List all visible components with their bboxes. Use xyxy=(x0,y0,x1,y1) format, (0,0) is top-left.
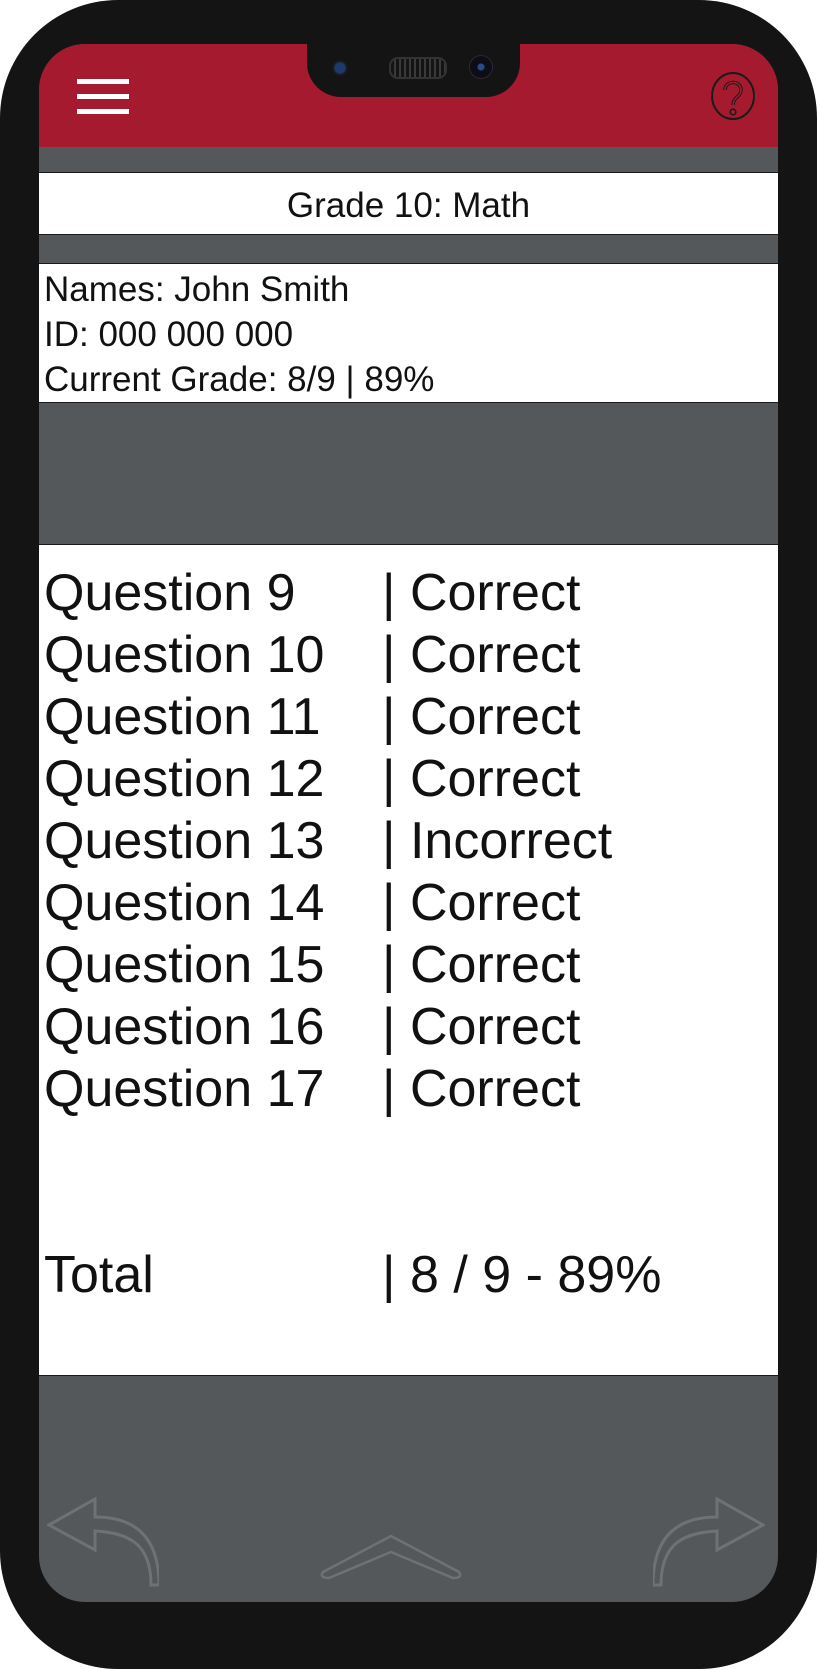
question-label: Question 17 xyxy=(44,1060,325,1118)
question-label: Question 16 xyxy=(44,998,325,1056)
result-row: Question 12 | Correct xyxy=(44,749,764,809)
result-row: Question 16 | Correct xyxy=(44,997,764,1057)
front-camera xyxy=(469,55,493,79)
student-id: ID: 000 000 000 xyxy=(44,315,294,354)
question-result: | Correct xyxy=(382,626,581,684)
question-result: | Correct xyxy=(382,874,581,932)
question-label: Question 12 xyxy=(44,750,325,808)
phone-frame: Grade 10: Math Names: John Smith ID: 000… xyxy=(0,0,817,1669)
result-row: Question 9 | Correct xyxy=(44,563,764,623)
question-label: Question 10 xyxy=(44,626,325,684)
result-row: Question 10 | Correct xyxy=(44,625,764,685)
question-label: Question 14 xyxy=(44,874,325,932)
question-results-panel: Question 9 | Correct Question 10 | Corre… xyxy=(39,544,778,1376)
question-result: | Correct xyxy=(382,1060,581,1118)
student-info-panel: Names: John Smith ID: 000 000 000 Curren… xyxy=(39,263,778,403)
earpiece-speaker xyxy=(389,57,447,79)
result-row: Question 15 | Correct xyxy=(44,935,764,995)
chevron-up-icon[interactable] xyxy=(319,1532,463,1582)
question-result: | Correct xyxy=(382,688,581,746)
question-result: | Incorrect xyxy=(382,812,613,870)
top-app-bar xyxy=(39,44,778,147)
result-row: Question 11 | Correct xyxy=(44,687,764,747)
page-title-bar: Grade 10: Math xyxy=(39,172,778,235)
forward-arrow-icon[interactable] xyxy=(653,1497,765,1589)
result-row: Question 14 | Correct xyxy=(44,873,764,933)
question-label: Question 11 xyxy=(44,688,321,746)
result-row: Question 13 | Incorrect xyxy=(44,811,764,871)
hamburger-menu-icon[interactable] xyxy=(77,79,129,115)
total-label: Total xyxy=(44,1246,154,1304)
question-result: | Correct xyxy=(382,750,581,808)
question-label: Question 13 xyxy=(44,812,325,870)
question-label: Question 15 xyxy=(44,936,325,994)
current-grade: Current Grade: 8/9 | 89% xyxy=(44,360,435,399)
question-mark-help-icon[interactable] xyxy=(709,70,757,122)
question-result: | Correct xyxy=(382,564,581,622)
app-screen: Grade 10: Math Names: John Smith ID: 000… xyxy=(39,44,778,1602)
page-title: Grade 10: Math xyxy=(286,186,531,225)
student-name: Names: John Smith xyxy=(44,270,350,309)
total-row: Total | 8 / 9 - 89% xyxy=(44,1245,764,1305)
question-result: | Correct xyxy=(382,936,581,994)
back-arrow-icon[interactable] xyxy=(47,1497,159,1589)
question-label: Question 9 xyxy=(44,564,296,622)
total-value: | 8 / 9 - 89% xyxy=(382,1246,662,1304)
sensor-dot xyxy=(335,63,345,73)
question-result: | Correct xyxy=(382,998,581,1056)
camera-notch xyxy=(307,44,520,97)
result-row: Question 17 | Correct xyxy=(44,1059,764,1119)
